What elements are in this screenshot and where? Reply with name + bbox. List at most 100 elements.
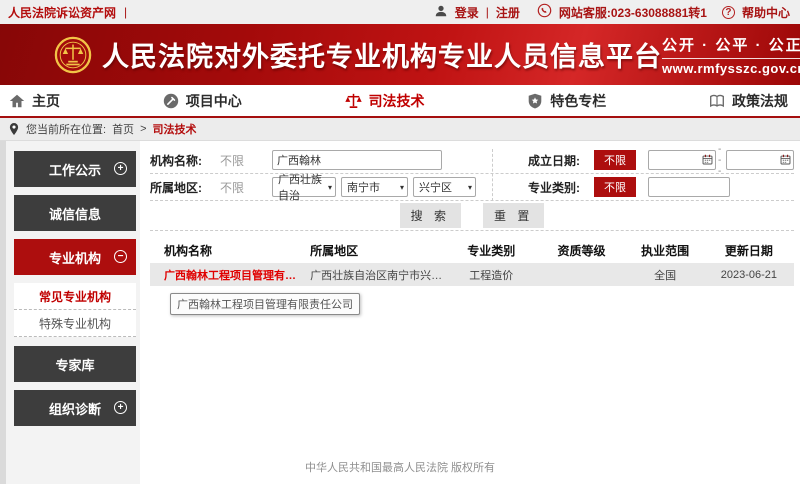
form-column-divider [492,149,493,201]
service-hotline[interactable]: 网站客服:023-63088881转1 [559,4,707,21]
slogan-text: 公开 · 公平 · 公正 [662,34,800,59]
sidebar-item-label: 专家库 [55,355,94,374]
phone-icon [537,3,552,21]
org-name-label: 机构名称: [150,152,220,169]
nav-item-judicial-tech[interactable]: 司法技术 [344,91,425,111]
login-link[interactable]: 登录 [455,4,479,21]
site-url: www.rmfysszc.gov.cn [662,61,800,76]
book-icon [708,92,726,110]
org-name-unlimited-option[interactable]: 不限 [220,152,272,169]
city-select[interactable]: 南宁市 ▾ [341,177,408,197]
col-header-region: 所属地区 [298,242,446,259]
date-range-separator: --- [718,144,724,177]
region-unlimited-option[interactable]: 不限 [220,179,272,196]
content-panel: 机构名称: 不限 成立日期: 不限 --- [140,141,800,484]
home-icon [8,92,26,110]
table-row: 广西翰林工程项目管理有限责任... 广西壮族自治区南宁市兴宁区 工程造价 全国 … [150,263,794,286]
site-divider: | [124,5,127,19]
chevron-down-icon: ▾ [328,183,332,192]
calendar-icon[interactable] [780,154,791,165]
org-name-tooltip: 广西翰林工程项目管理有限责任公司 [170,293,360,315]
court-emblem-logo [54,36,92,74]
table-header-row: 机构名称 所属地区 专业类别 资质等级 执业范围 更新日期 [150,237,794,263]
reset-button[interactable]: 重 置 [483,203,544,228]
scales-icon [344,91,363,110]
nav-item-special-column[interactable]: 特色专栏 [526,91,606,111]
city-select-value: 南宁市 [347,179,380,195]
sidebar-item-label: 诚信信息 [49,204,101,223]
shield-star-icon [526,92,544,110]
form-buttons-row: 搜 索 重 置 [150,201,794,231]
org-name-input[interactable] [272,150,442,170]
district-select-value: 兴宁区 [419,179,452,195]
sidebar-item-pro-org[interactable]: 专业机构 [14,239,136,275]
nav-item-label: 项目中心 [186,91,242,111]
search-button[interactable]: 搜 索 [400,203,461,228]
cell-date: 2023-06-21 [704,269,794,281]
sidebar-item-expert-lib[interactable]: 专家库 [14,346,136,382]
expand-icon[interactable] [114,401,127,414]
founding-date-label: 成立日期: [528,152,594,169]
user-icon [434,4,448,21]
category-label: 专业类别: [528,179,594,196]
region-label: 所属地区: [150,179,220,196]
sidebar-item-label: 专业机构 [49,248,101,267]
col-header-scope: 执业范围 [627,242,704,259]
platform-title: 人民法院对外委托专业机构专业人员信息平台 [102,35,662,74]
province-select[interactable]: 广西壮族自治 ▾ [272,177,336,197]
category-input[interactable] [648,177,730,197]
nav-item-label: 主页 [32,91,60,111]
help-center-link[interactable]: 帮助中心 [742,4,790,21]
date-end-field [726,150,794,170]
org-name-link[interactable]: 广西翰林工程项目管理有限责任... [150,267,298,283]
sidebar-subitem-label: 特殊专业机构 [39,315,111,332]
breadcrumb-current: 司法技术 [153,121,197,137]
chevron-down-icon: ▾ [400,183,404,192]
site-name-link[interactable]: 人民法院诉讼资产网 [8,4,116,21]
expand-icon[interactable] [114,162,127,175]
nav-item-policy[interactable]: 政策法规 [708,91,788,111]
cell-region: 广西壮族自治区南宁市兴宁区 [298,267,446,283]
site-banner: 人民法院对外委托专业机构专业人员信息平台 公开 · 公平 · 公正 www.rm… [0,24,800,85]
breadcrumb-home-link[interactable]: 首页 [112,121,134,137]
main-area: 工作公示 诚信信息 专业机构 常见专业机构 特殊专业机构 专家库 组织诊断 [0,141,800,484]
founding-date-unlimited-button[interactable]: 不限 [594,150,636,170]
form-row-2: 所属地区: 不限 广西壮族自治 ▾ 南宁市 ▾ 兴宁区 ▾ [150,174,794,201]
district-select[interactable]: 兴宁区 ▾ [413,177,476,197]
category-unlimited-button[interactable]: 不限 [594,177,636,197]
sidebar-subitem-common-org[interactable]: 常见专业机构 [14,283,136,310]
results-table: 机构名称 所属地区 专业类别 资质等级 执业范围 更新日期 广西翰林工程项目管理… [150,237,794,315]
cell-category: 工程造价 [446,267,536,283]
search-form: 机构名称: 不限 成立日期: 不限 --- [150,147,794,231]
sidebar-item-label: 工作公示 [49,160,101,179]
sidebar-item-label: 组织诊断 [49,399,101,418]
sidebar-subitem-special-org[interactable]: 特殊专业机构 [14,310,136,337]
footer-copyright: 中华人民共和国最高人民法院 版权所有 [0,459,800,475]
form-row-1: 机构名称: 不限 成立日期: 不限 --- [150,147,794,174]
breadcrumb-prefix: 您当前所在位置: [26,121,106,137]
sidebar-item-org-diagnosis[interactable]: 组织诊断 [14,390,136,426]
col-header-date: 更新日期 [704,242,794,259]
cell-scope: 全国 [627,267,704,283]
page: 人民法院诉讼资产网 | 登录 | 注册 网站客服:023-63088881转1 … [0,0,800,484]
calendar-icon[interactable] [702,154,713,165]
help-icon: ? [722,6,735,19]
chevron-down-icon: ▾ [468,183,472,192]
sidebar-item-credit-info[interactable]: 诚信信息 [14,195,136,231]
location-pin-icon [8,122,20,136]
sidebar-subitem-label: 常见专业机构 [39,288,111,305]
top-utility-bar: 人民法院诉讼资产网 | 登录 | 注册 网站客服:023-63088881转1 … [0,0,800,24]
breadcrumb-separator: > [140,123,146,135]
login-register-divider: | [486,5,489,19]
collapse-icon[interactable] [114,250,127,263]
nav-item-label: 特色专栏 [550,91,606,111]
col-header-grade: 资质等级 [536,242,626,259]
sidebar-item-work-public[interactable]: 工作公示 [14,151,136,187]
register-link[interactable]: 注册 [496,4,520,21]
project-center-icon [162,92,180,110]
province-select-value: 广西壮族自治 [278,171,328,203]
nav-item-project-center[interactable]: 项目中心 [162,91,242,111]
col-header-category: 专业类别 [446,242,536,259]
col-header-org-name: 机构名称 [150,242,298,259]
nav-item-home[interactable]: 主页 [8,91,60,111]
